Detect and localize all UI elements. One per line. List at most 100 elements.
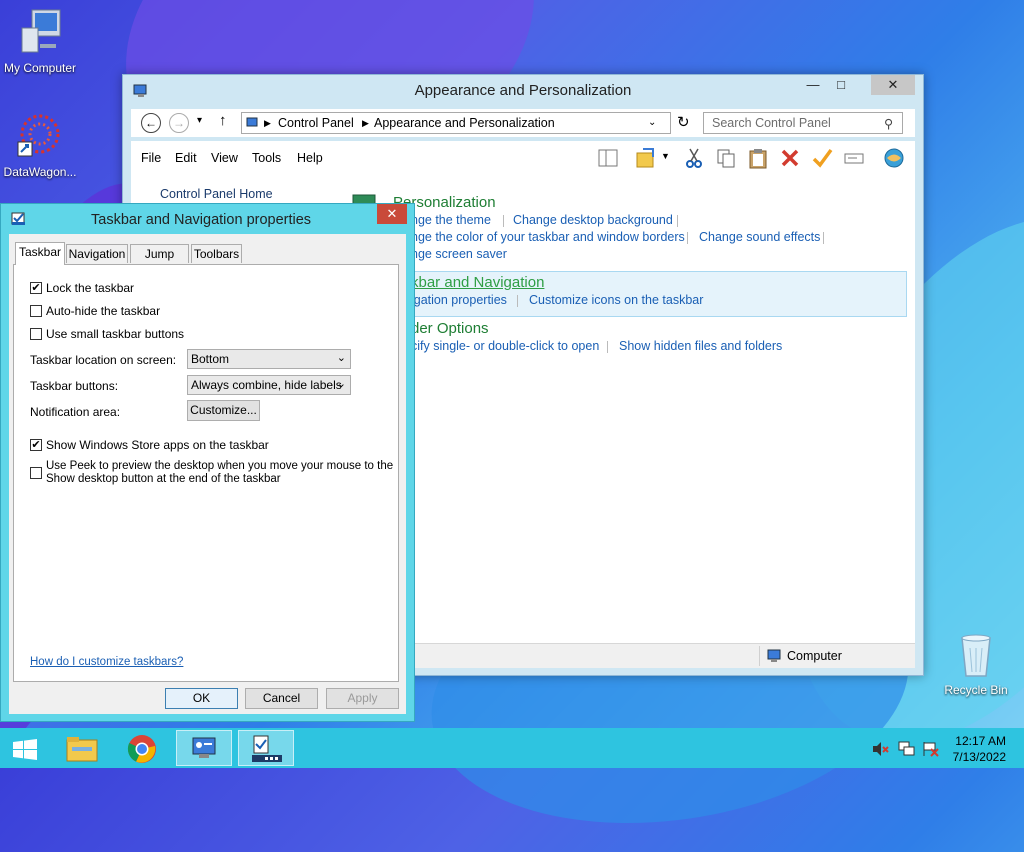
datawagon-icon [0, 112, 80, 163]
link-separator [503, 215, 504, 227]
peek-checkbox[interactable] [30, 467, 42, 479]
lock-taskbar-checkbox[interactable]: ✔ [30, 282, 42, 294]
control-panel-home-link[interactable]: Control Panel Home [160, 187, 273, 201]
tab-navigation[interactable]: Navigation [66, 244, 128, 263]
clock-time: 12:17 AM [955, 734, 1006, 748]
taskbar-navigation-heading[interactable]: kbar and Navigation [411, 274, 544, 291]
taskbar-buttons-select[interactable]: Always combine, hide labels ⌄ [187, 375, 351, 395]
small-buttons-checkbox[interactable] [30, 328, 42, 340]
desktop-icon-label: Recycle Bin [944, 683, 1008, 697]
taskbar-location-label: Taskbar location on screen: [30, 353, 177, 367]
address-dropdown-icon[interactable]: ⌄ [648, 117, 656, 128]
copy-icon[interactable] [715, 147, 737, 169]
taskbar-control-panel[interactable] [176, 730, 232, 766]
search-input[interactable]: Search Control Panel ⚲ [703, 112, 903, 134]
forward-button[interactable]: → [169, 113, 189, 133]
link-separator [517, 295, 518, 307]
taskbar-file-explorer[interactable] [54, 730, 110, 766]
taskbar-tab-page: ✔ Lock the taskbar Auto-hide the taskbar… [13, 264, 399, 682]
taskbar-properties-icon [11, 212, 25, 225]
desktop-icon-recycle-bin[interactable]: Recycle Bin [936, 632, 1016, 697]
recent-locations-chevron-icon[interactable]: ▾ [197, 115, 202, 126]
menu-bar: File Edit View Tools Help ▼ [131, 141, 915, 175]
dialog-title-bar[interactable]: Taskbar and Navigation properties ✕ [1, 204, 414, 234]
volume-muted-icon[interactable] [872, 741, 890, 757]
menu-view[interactable]: View [211, 151, 238, 165]
address-bar[interactable]: ▶ Control Panel ▶ Appearance and Persona… [241, 112, 671, 134]
title-bar[interactable]: Appearance and Personalization — □ ✕ [123, 75, 923, 105]
properties-checkmark-icon[interactable] [811, 147, 833, 169]
tab-taskbar[interactable]: Taskbar [15, 242, 65, 265]
rename-icon[interactable] [843, 147, 865, 169]
chevron-down-icon[interactable]: ▼ [661, 151, 670, 161]
up-arrow-icon[interactable]: ↑ [219, 112, 227, 129]
taskbar-properties-dialog: Taskbar and Navigation properties ✕ Task… [0, 203, 415, 722]
preview-pane-icon[interactable] [597, 147, 619, 169]
link-separator [677, 215, 678, 227]
tab-toolbars[interactable]: Toolbars [191, 244, 242, 263]
windows-logo-icon [13, 739, 37, 760]
tab-jump-lists[interactable]: Jump Lists [130, 244, 189, 280]
close-button[interactable]: ✕ [377, 204, 407, 224]
desktop-icon-datawagon[interactable]: DataWagon... [0, 112, 80, 179]
close-button[interactable]: ✕ [871, 75, 915, 95]
dialog-title: Taskbar and Navigation properties [91, 212, 312, 228]
cut-icon[interactable] [683, 147, 705, 169]
link-separator [823, 232, 824, 244]
status-location: Computer [787, 649, 842, 663]
system-clock[interactable]: 12:17 AM 7/13/2022 [953, 733, 1006, 765]
change-desktop-background-link[interactable]: Change desktop background [513, 213, 673, 227]
delete-icon[interactable] [779, 147, 801, 169]
breadcrumb-separator-icon: ▶ [264, 118, 271, 128]
menu-file[interactable]: File [141, 151, 161, 165]
change-screen-saver-link[interactable]: nge screen saver [411, 247, 507, 261]
customize-button[interactable]: Customize... [187, 400, 260, 421]
customize-taskbar-icons-link[interactable]: Customize icons on the taskbar [529, 293, 703, 307]
back-button[interactable]: ← [141, 113, 161, 133]
taskbar-taskbar-properties[interactable] [238, 730, 294, 766]
computer-icon [0, 8, 80, 59]
folder-options-icon[interactable] [635, 147, 657, 169]
taskbar: 12:17 AM 7/13/2022 [0, 728, 1024, 768]
search-icon: ⚲ [884, 117, 894, 131]
paste-icon[interactable] [747, 147, 769, 169]
start-button[interactable] [0, 730, 50, 766]
auto-hide-checkbox[interactable] [30, 305, 42, 317]
help-link[interactable]: How do I customize taskbars? [30, 656, 183, 668]
notification-area-label: Notification area: [30, 405, 121, 419]
auto-hide-label: Auto-hide the taskbar [46, 304, 161, 318]
apply-button[interactable]: Apply [326, 688, 399, 709]
single-double-click-link[interactable]: cify single- or double-click to open [411, 339, 599, 353]
show-hidden-files-link[interactable]: Show hidden files and folders [619, 339, 782, 353]
taskbar-location-value: Bottom [191, 352, 230, 366]
recycle-bin-icon [936, 632, 1016, 681]
desktop-icon-label: DataWagon... [3, 165, 77, 179]
computer-icon [767, 649, 781, 662]
network-globe-icon[interactable] [883, 147, 905, 169]
store-apps-checkbox[interactable]: ✔ [30, 439, 42, 451]
folder-options-heading[interactable]: der Options [411, 320, 489, 337]
navigation-properties-link[interactable]: igation properties [411, 293, 507, 307]
peek-label-line-1: Use Peek to preview the desktop when you… [46, 460, 394, 472]
cancel-button[interactable]: Cancel [245, 688, 318, 709]
change-taskbar-color-link[interactable]: nge the color of your taskbar and window… [411, 230, 685, 244]
network-icon[interactable] [898, 741, 916, 757]
breadcrumb-appearance[interactable]: Appearance and Personalization [374, 116, 555, 130]
chevron-down-icon: ⌄ [336, 352, 346, 364]
taskbar-chrome[interactable] [114, 730, 170, 766]
lock-taskbar-label: Lock the taskbar [46, 281, 135, 295]
breadcrumb-control-panel[interactable]: Control Panel [278, 116, 354, 130]
ok-button[interactable]: OK [165, 688, 238, 709]
taskbar-location-select[interactable]: Bottom ⌄ [187, 349, 351, 369]
menu-tools[interactable]: Tools [252, 151, 281, 165]
action-center-flag-icon[interactable] [922, 741, 940, 757]
maximize-button[interactable]: □ [827, 75, 855, 95]
change-theme-link[interactable]: nge the theme [411, 213, 491, 227]
menu-help[interactable]: Help [297, 151, 323, 165]
dialog-body: Taskbar Navigation Jump Lists Toolbars ✔… [9, 234, 406, 714]
change-sound-effects-link[interactable]: Change sound effects [699, 230, 820, 244]
menu-edit[interactable]: Edit [175, 151, 197, 165]
refresh-icon[interactable]: ↻ [677, 113, 690, 131]
minimize-button[interactable]: — [799, 75, 827, 95]
desktop-icon-my-computer[interactable]: My Computer [0, 8, 80, 75]
